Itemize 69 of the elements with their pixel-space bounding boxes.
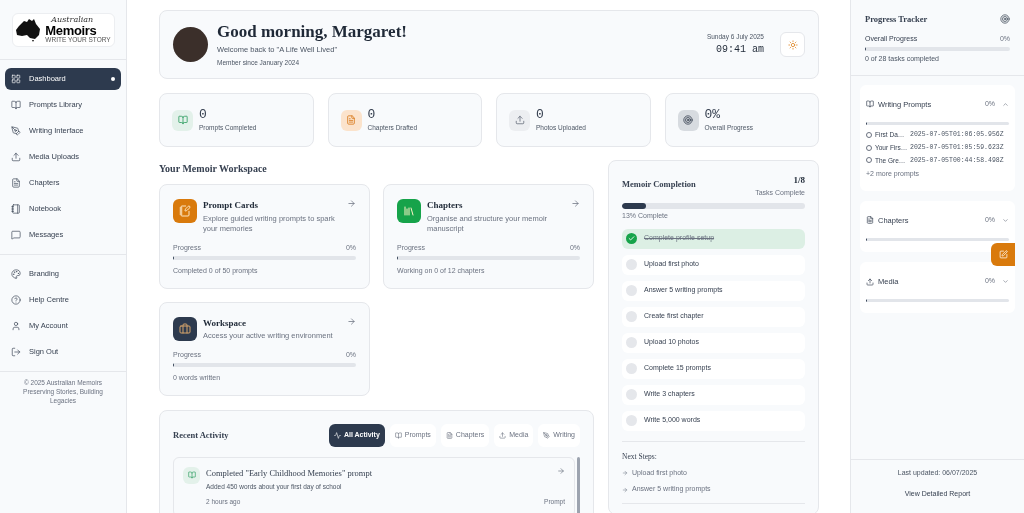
panel-title: Progress Tracker bbox=[865, 13, 928, 26]
card-icon bbox=[397, 199, 421, 223]
task-check[interactable] bbox=[626, 233, 637, 244]
theme-toggle-button[interactable] bbox=[780, 32, 805, 57]
nav-icon bbox=[11, 230, 21, 240]
task-check[interactable] bbox=[626, 337, 637, 348]
filter-icon bbox=[445, 431, 453, 439]
card-title: Workspace bbox=[203, 316, 247, 330]
scrollbar[interactable] bbox=[577, 456, 580, 513]
activity-icon bbox=[183, 466, 200, 484]
nav-icon bbox=[11, 74, 21, 84]
section-heading: Your Memoir Workspace bbox=[159, 162, 268, 176]
stat-icon bbox=[172, 109, 193, 131]
logo-name: Memoirs bbox=[45, 23, 97, 37]
stat-value: 0 bbox=[199, 107, 208, 124]
nav-icon bbox=[11, 178, 21, 188]
edit-button[interactable] bbox=[991, 243, 1015, 266]
section-icon bbox=[866, 216, 874, 225]
task-check[interactable] bbox=[626, 363, 637, 374]
stat-icon bbox=[340, 109, 362, 131]
time: 09:41 am bbox=[716, 42, 764, 57]
target-icon bbox=[1000, 14, 1010, 25]
arrow-icon bbox=[622, 486, 628, 493]
stat-icon bbox=[677, 109, 699, 131]
section-title: Memoir Completion bbox=[622, 178, 696, 191]
filter-icon bbox=[394, 431, 402, 439]
avatar bbox=[173, 27, 208, 62]
task-check[interactable] bbox=[626, 259, 637, 270]
nav-icon bbox=[11, 295, 21, 305]
task-check[interactable] bbox=[626, 389, 637, 400]
card-icon bbox=[173, 199, 197, 223]
arrow-icon bbox=[622, 470, 628, 476]
task-count: 1/8 bbox=[793, 174, 805, 187]
section-icon bbox=[866, 100, 874, 109]
card-icon bbox=[173, 316, 197, 341]
arrow-icon bbox=[557, 466, 565, 475]
section-title: Recent Activity bbox=[173, 428, 230, 442]
arrow-icon bbox=[571, 199, 580, 208]
task-check[interactable] bbox=[626, 415, 637, 426]
arrow-icon bbox=[347, 316, 356, 326]
arrow-icon bbox=[347, 199, 356, 208]
filter-icon bbox=[499, 431, 507, 439]
nav-icon bbox=[11, 347, 21, 357]
nav-icon bbox=[11, 269, 21, 279]
task-check[interactable] bbox=[626, 285, 637, 296]
task-check[interactable] bbox=[626, 311, 637, 322]
australia-map-icon bbox=[15, 17, 43, 42]
chevron-icon bbox=[1002, 278, 1009, 286]
nav-icon bbox=[11, 100, 21, 110]
nav-icon bbox=[11, 152, 21, 162]
greeting: Good morning, Margaret! bbox=[217, 20, 408, 43]
stat-value: 0 bbox=[536, 107, 545, 124]
card-title: Chapters bbox=[427, 199, 464, 212]
edit-icon bbox=[998, 250, 1008, 259]
chevron-icon bbox=[1002, 100, 1009, 108]
logo-small-text: Australian bbox=[51, 15, 94, 24]
stat-icon bbox=[509, 109, 530, 131]
section-icon bbox=[866, 277, 874, 286]
nav-icon bbox=[11, 204, 21, 214]
activity-title: Completed "Early Childhood Memories" prompt bbox=[206, 466, 374, 480]
nav-icon bbox=[11, 126, 21, 136]
sun-icon bbox=[787, 39, 798, 50]
nav-icon bbox=[11, 321, 21, 331]
chevron-icon bbox=[1002, 216, 1009, 224]
filter-icon bbox=[333, 431, 341, 439]
card-title: Prompt Cards bbox=[203, 199, 260, 212]
filter-icon bbox=[543, 431, 551, 439]
stat-value: 0% bbox=[704, 107, 722, 124]
stat-value: 0 bbox=[367, 107, 377, 124]
